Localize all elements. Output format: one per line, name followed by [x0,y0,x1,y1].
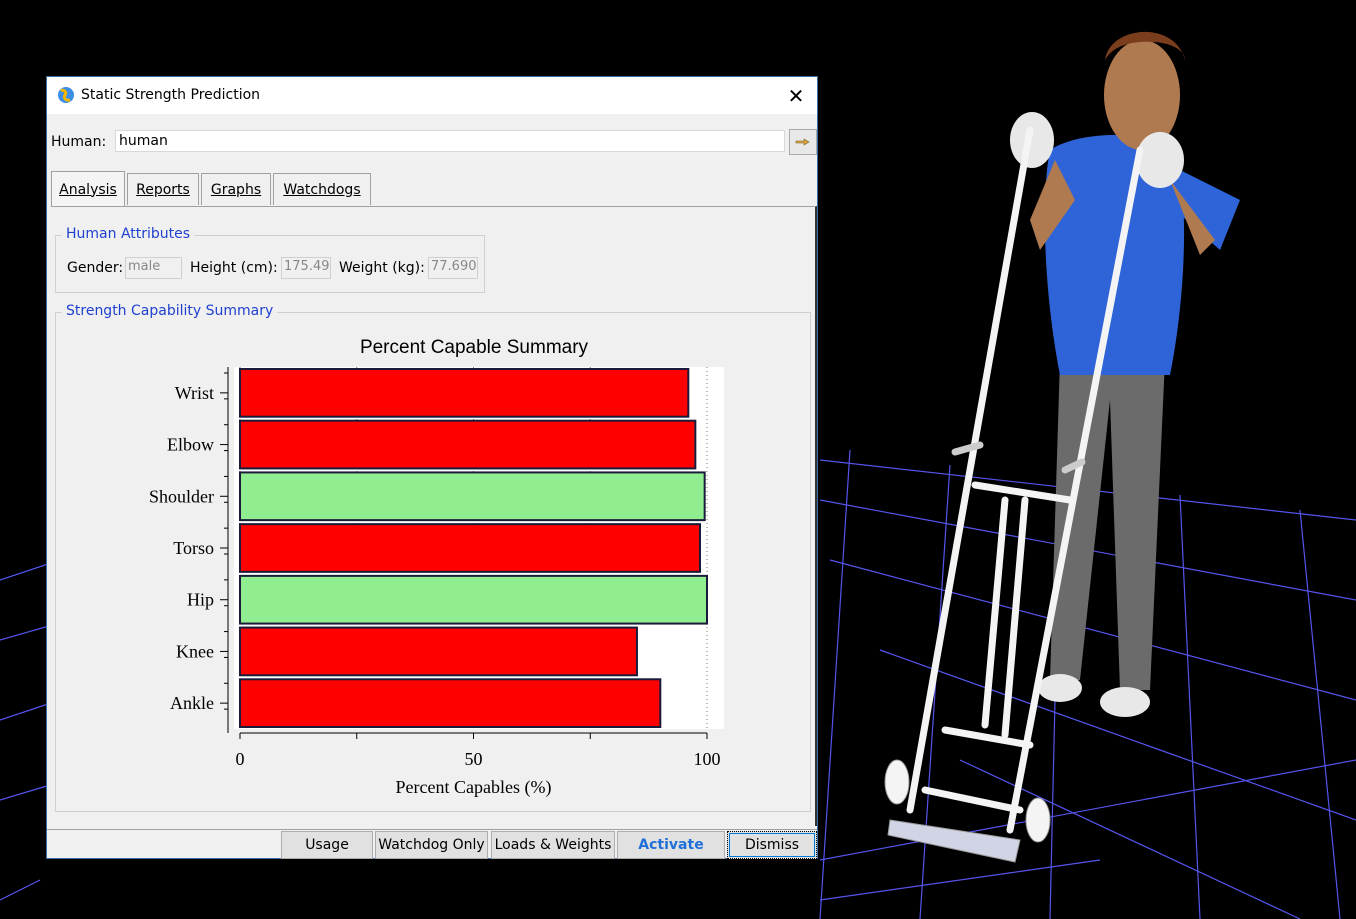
pointer-hand-icon [795,138,810,146]
bar-elbow [239,419,697,470]
strength-summary-legend: Strength Capability Summary [62,303,278,319]
tab-watchdogs[interactable]: Watchdogs [273,173,371,205]
bar-wrist [239,368,690,418]
percent-capable-chart: Percent Capable Summary Wrist Elbow Shoulde… [149,337,724,798]
bar-knee [239,626,638,677]
human-attributes-legend: Human Attributes [62,226,195,242]
strength-summary-group: Strength Capability Summary Percent Capa… [55,303,811,812]
dismiss-button[interactable]: Dismiss [727,831,817,859]
bar-ankle [239,678,662,728]
weight-field: 77.690 [428,257,478,279]
app-globe-icon [58,87,74,103]
human-label: Human: [51,134,107,150]
category-label: Shoulder [149,486,214,506]
category-label: Torso [173,538,214,558]
weight-label: Weight (kg): [339,260,425,276]
watchdog-only-button[interactable]: Watchdog Only [375,831,488,859]
gender-field: male [125,257,182,279]
category-label: Ankle [170,693,214,713]
bar-torso [239,523,701,573]
tab-analysis[interactable]: Analysis [51,171,125,207]
category-label: Knee [176,641,214,661]
height-label: Height (cm): [190,260,278,276]
window-title: Static Strength Prediction [81,87,261,103]
loads-weights-button[interactable]: Loads & Weights [491,831,615,859]
height-field: 175.49 [281,257,331,279]
human-input[interactable] [115,130,785,152]
bar-shoulder [239,471,706,522]
title-bar[interactable]: Static Strength Prediction ✕ [47,77,817,114]
x-tick-label: 100 [694,749,721,769]
human-attributes-group: Human Attributes Gender: male Height (cm… [55,226,485,293]
close-icon: ✕ [787,83,805,108]
tab-reports[interactable]: Reports [127,173,199,205]
x-tick-label: 0 [236,749,245,769]
analysis-panel: Human Attributes Gender: male Height (cm… [51,206,817,826]
close-button[interactable]: ✕ [775,77,817,114]
category-label: Elbow [167,435,214,455]
activate-button[interactable]: Activate [617,831,725,859]
chart-title: Percent Capable Summary [360,337,589,358]
static-strength-dialog: Static Strength Prediction ✕ Human: Anal… [46,76,818,859]
category-label: Hip [187,590,214,610]
bar-hip [239,574,708,625]
usage-button[interactable]: Usage [281,831,373,859]
pick-human-button[interactable] [789,129,817,155]
x-tick-label: 50 [465,749,483,769]
human-figure[interactable] [1010,31,1240,717]
tab-graphs[interactable]: Graphs [201,173,271,205]
x-axis-label: Percent Capables (%) [396,777,552,798]
category-label: Wrist [175,383,214,403]
gender-label: Gender: [67,260,124,276]
